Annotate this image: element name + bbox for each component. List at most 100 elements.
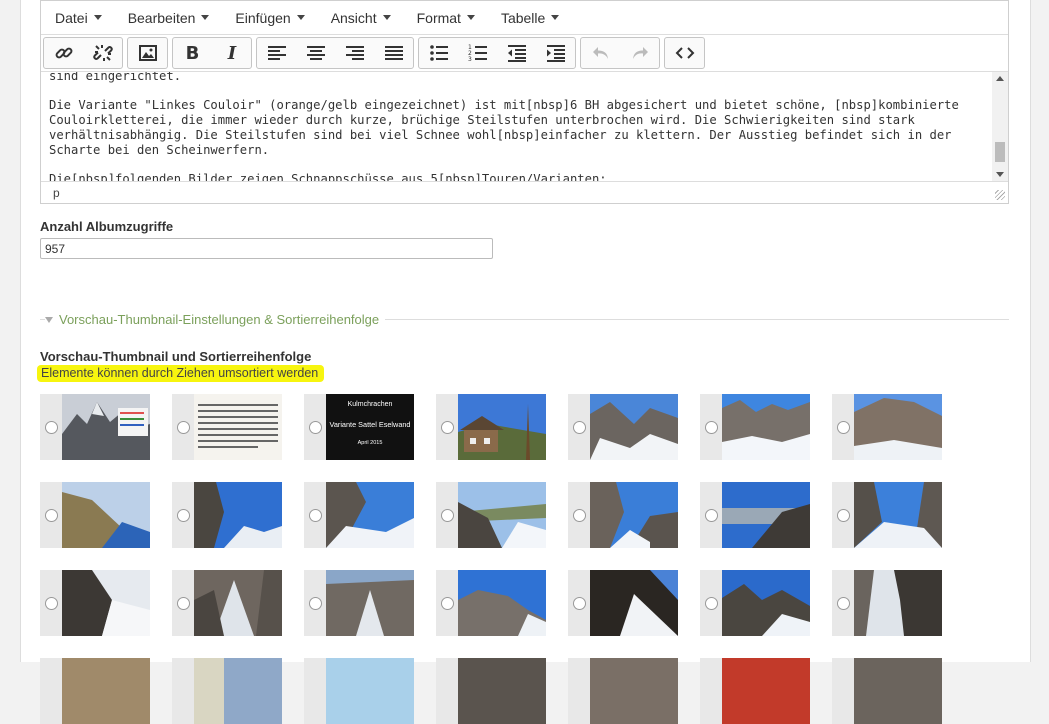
align-right-button[interactable] [335,38,374,68]
thumbnail-image [590,394,678,460]
thumbnail-item[interactable] [700,658,810,724]
bold-button[interactable]: B [173,38,212,68]
link-icon [55,47,72,59]
thumbnail-radio[interactable] [308,508,322,522]
align-left-button[interactable] [257,38,296,68]
thumbnail-side [436,570,458,636]
thumbnail-radio[interactable] [176,420,190,434]
menu-datei[interactable]: Datei [47,10,110,26]
thumbnail-radio[interactable] [440,596,454,610]
thumbnail-item[interactable] [436,482,546,548]
align-center-button[interactable] [296,38,335,68]
thumbnail-side [304,658,326,724]
thumbnail-radio[interactable] [572,508,586,522]
numbered-list-button[interactable]: 123 [458,38,497,68]
thumbnail-radio[interactable] [176,596,190,610]
link-button[interactable] [44,38,83,68]
thumbnail-radio[interactable] [308,420,322,434]
outdent-icon [508,45,526,62]
thumbnail-item[interactable] [172,658,282,724]
scroll-up-icon[interactable] [996,76,1004,81]
page: Datei Bearbeiten Einfügen Ansicht Format… [20,0,1031,724]
thumbnail-radio[interactable] [440,508,454,522]
align-justify-button[interactable] [374,38,413,68]
thumbnail-item[interactable] [172,394,282,460]
thumbnail-item[interactable] [40,394,150,460]
thumbnail-item[interactable] [568,482,678,548]
media-group [127,37,168,69]
thumbnail-item[interactable] [568,658,678,724]
thumbnail-radio[interactable] [704,508,718,522]
menu-format[interactable]: Format [409,10,483,26]
thumbnail-item[interactable] [40,658,150,724]
indent-button[interactable] [536,38,575,68]
thumbnail-side [436,658,458,724]
title-card-line2: Variante Sattel Eselwand [330,420,411,429]
scroll-thumb[interactable] [995,142,1005,162]
thumbnail-item[interactable] [40,482,150,548]
album-views-input[interactable] [40,238,493,259]
thumbnail-image [194,570,282,636]
italic-button[interactable]: I [212,38,251,68]
redo-button[interactable] [620,38,659,68]
thumbnail-side [304,482,326,548]
thumbnail-image [854,658,942,724]
unlink-button[interactable] [83,38,122,68]
thumbnail-item[interactable] [436,394,546,460]
thumbnail-radio[interactable] [572,420,586,434]
thumbnail-item[interactable] [436,658,546,724]
outdent-button[interactable] [497,38,536,68]
italic-icon: I [227,42,237,64]
bullet-list-button[interactable] [419,38,458,68]
thumbnail-item[interactable] [568,570,678,636]
thumbnail-radio[interactable] [704,596,718,610]
thumbnail-item[interactable] [568,394,678,460]
fieldset-legend-toggle[interactable]: Vorschau-Thumbnail-Einstellungen & Sorti… [45,312,386,327]
editor-scrollbar[interactable] [992,72,1008,181]
thumbnail-item[interactable] [172,570,282,636]
insert-image-button[interactable] [128,38,167,68]
thumbnail-item[interactable] [304,570,414,636]
thumbnail-radio[interactable] [44,420,58,434]
thumbnail-item[interactable] [40,570,150,636]
thumbnail-item[interactable] [304,658,414,724]
thumbnail-item[interactable] [304,482,414,548]
thumbnail-item[interactable] [700,482,810,548]
thumbnail-side [832,570,854,636]
menu-ansicht[interactable]: Ansicht [323,10,399,26]
thumbnail-radio[interactable] [440,420,454,434]
thumbnail-item[interactable] [436,570,546,636]
thumbnail-radio[interactable] [308,596,322,610]
thumbnail-item[interactable] [832,570,942,636]
menu-tabelle[interactable]: Tabelle [493,10,567,26]
thumbnail-item[interactable] [832,482,942,548]
thumbnail-radio[interactable] [836,596,850,610]
thumbnail-item[interactable] [172,482,282,548]
thumbnail-radio[interactable] [836,508,850,522]
source-code-button[interactable] [665,38,704,68]
element-path[interactable]: p [53,186,60,200]
caret-down-icon [466,15,475,20]
resize-handle-icon[interactable] [995,190,1005,200]
menu-label: Ansicht [330,9,377,26]
thumbnail-item[interactable] [832,658,942,724]
thumbnail-image [326,570,414,636]
undo-button[interactable] [581,38,620,68]
menu-einfuegen[interactable]: Einfügen [227,10,312,26]
thumbnail-side [832,482,854,548]
thumbnail-item[interactable] [700,570,810,636]
thumbnail-radio[interactable] [176,508,190,522]
thumbnail-radio[interactable] [44,596,58,610]
scroll-down-icon[interactable] [996,172,1004,177]
editor-content[interactable]: sind eingerichtet. Die Variante "Linkes … [41,72,1008,181]
thumbnail-item[interactable] [700,394,810,460]
thumbnail-radio[interactable] [572,596,586,610]
thumbnail-radio[interactable] [704,420,718,434]
link-group [43,37,123,69]
thumbnail-radio[interactable] [836,420,850,434]
menu-bearbeiten[interactable]: Bearbeiten [120,10,218,26]
thumbnail-title-card[interactable]: Kulmchrachen Variante Sattel Eselwand Ap… [304,394,414,460]
thumbnail-radio[interactable] [44,508,58,522]
thumbnail-image [194,482,282,548]
thumbnail-item[interactable] [832,394,942,460]
